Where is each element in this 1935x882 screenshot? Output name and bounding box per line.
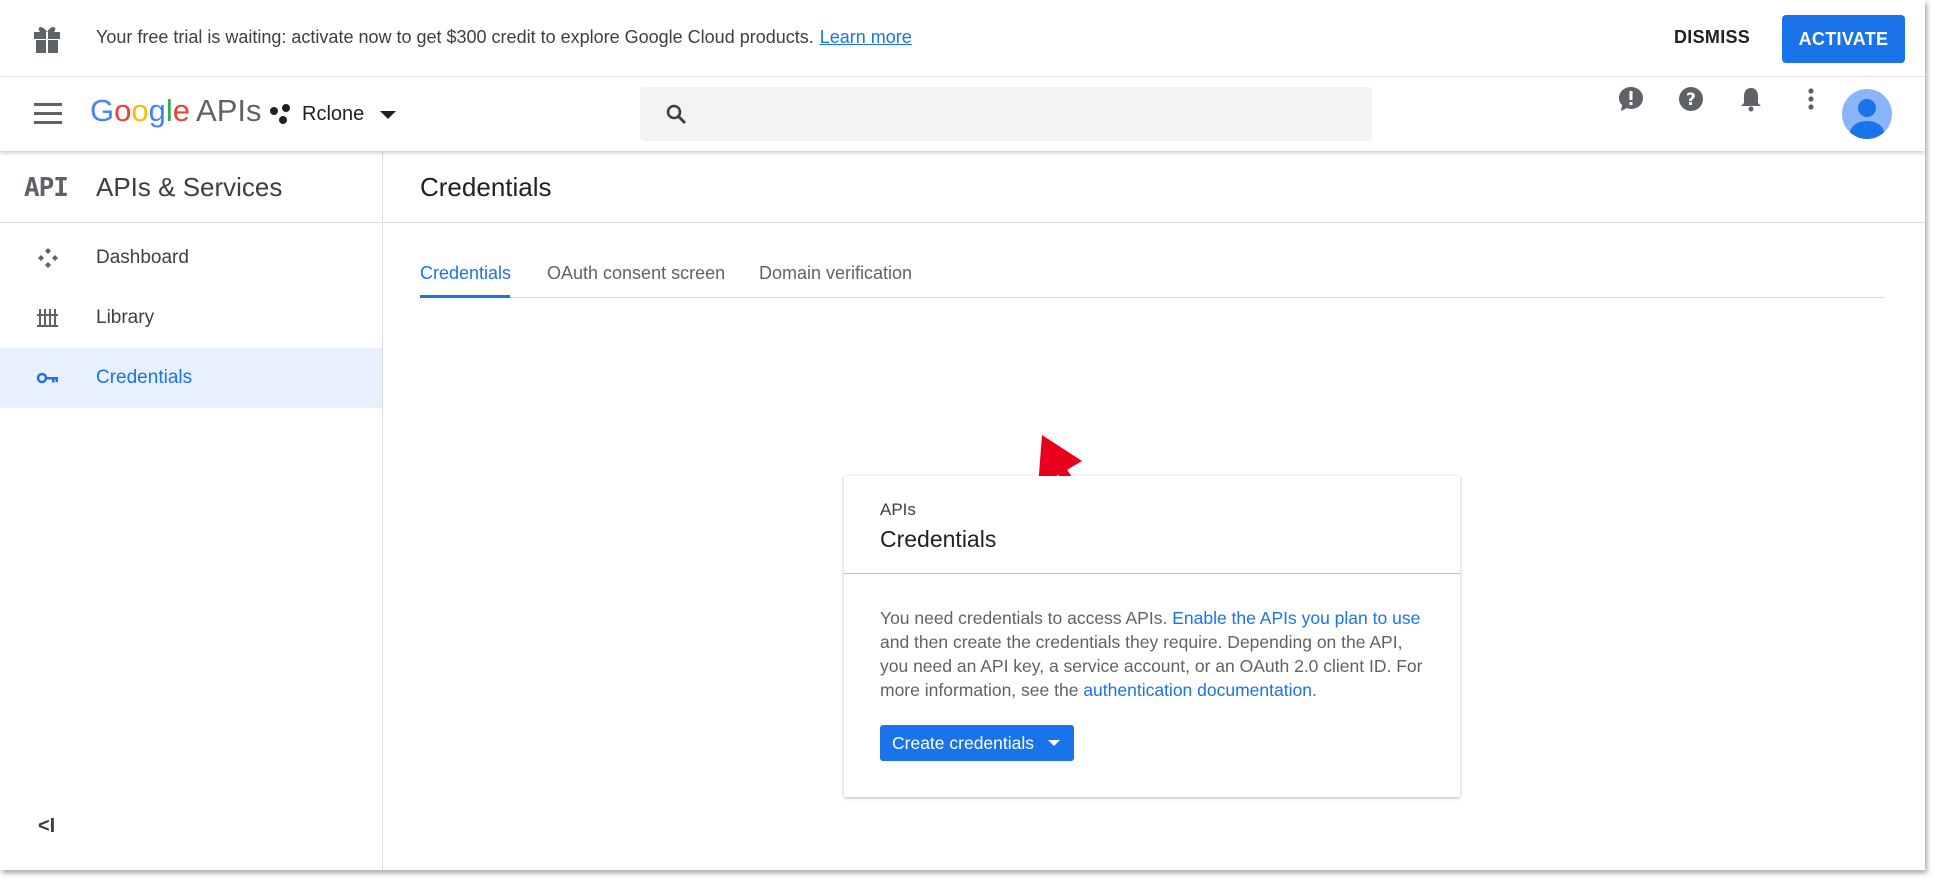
user-icon [1850,99,1884,139]
library-icon [37,309,58,327]
sidebar-item-library[interactable]: Library [0,288,382,348]
create-credentials-label: Create credentials [892,732,1035,753]
sidebar-title: APIs & Services [96,172,283,202]
page-title: Credentials [420,172,552,202]
card-description: You need credentials to access APIs. Ena… [880,606,1430,702]
sidebar-nav: Dashboard Library Credentials [0,223,382,408]
logo-letter: o [131,93,149,128]
tab-credentials[interactable]: Credentials [420,263,511,284]
tab-oauth-consent-screen[interactable]: OAuth consent screen [547,263,725,284]
logo-letter: l [165,93,173,128]
avatar[interactable] [1842,89,1892,139]
top-bar: Google APIs Rclone ? [0,77,1925,151]
logo-letter: G [90,93,115,128]
enable-apis-link[interactable]: Enable the APIs you plan to use [1172,608,1420,628]
tab-domain-verification[interactable]: Domain verification [759,263,912,284]
browser-frame: Your free trial is waiting: activate now… [0,0,1925,870]
search-icon [666,104,687,125]
sidebar-item-label: Credentials [96,367,193,388]
sidebar-header: API APIs & Services [0,151,382,223]
dismiss-button[interactable]: DISMISS [1674,27,1750,48]
key-icon [36,372,58,384]
gift-icon [34,27,60,53]
logo-letter: g [148,93,166,128]
logo-letter: o [114,93,132,128]
trial-message-text: Your free trial is waiting: activate now… [96,27,814,47]
google-apis-logo[interactable]: Google APIs [90,93,261,129]
card-text: . [1311,680,1317,700]
learn-more-link[interactable]: Learn more [820,27,912,47]
dropdown-arrow-icon [1048,740,1061,746]
help-icon[interactable]: ? [1677,85,1705,113]
create-credentials-button[interactable]: Create credentials [880,725,1074,761]
search-input[interactable] [700,87,1350,141]
card-subtitle: APIs [880,500,916,519]
authentication-documentation-link[interactable]: authentication documentation [1083,680,1312,700]
card-header: APIs Credentials [844,476,1460,574]
logo-letter: e [172,93,191,128]
feedback-icon[interactable] [1617,85,1645,113]
sidebar-item-label: Dashboard [96,247,189,268]
collapse-sidebar-icon[interactable]: <I [38,815,55,838]
project-selector[interactable]: Rclone [270,103,397,126]
api-logo-icon: API [24,173,69,203]
card-title: Credentials [880,526,997,552]
project-name: Rclone [302,103,365,125]
sidebar-item-dashboard[interactable]: Dashboard [0,228,382,288]
page-header: Credentials [384,151,1925,223]
dashboard-icon [38,248,58,268]
notifications-icon[interactable] [1737,85,1765,113]
trial-banner: Your free trial is waiting: activate now… [0,0,1925,77]
more-vert-icon[interactable] [1797,85,1825,113]
logo-suffix: APIs [196,93,262,128]
card-text: You need credentials to access APIs. [880,608,1168,628]
sidebar-item-label: Library [96,307,155,328]
trial-message: Your free trial is waiting: activate now… [96,27,912,48]
menu-icon[interactable] [34,103,62,125]
credentials-card: APIs Credentials You need credentials to… [844,476,1460,797]
active-tab-indicator [420,295,510,298]
search-bar[interactable] [640,87,1372,141]
tab-bar: Credentials OAuth consent screen Domain … [420,255,1885,298]
main-content: Credentials Credentials OAuth consent sc… [384,151,1925,870]
activate-button[interactable]: ACTIVATE [1782,15,1905,63]
sidebar-item-credentials[interactable]: Credentials [0,348,382,408]
project-icon [270,103,292,126]
sidebar: API APIs & Services Dashboard Library Cr… [0,151,383,870]
chevron-down-icon [380,110,397,119]
svg-text:?: ? [1686,90,1696,110]
